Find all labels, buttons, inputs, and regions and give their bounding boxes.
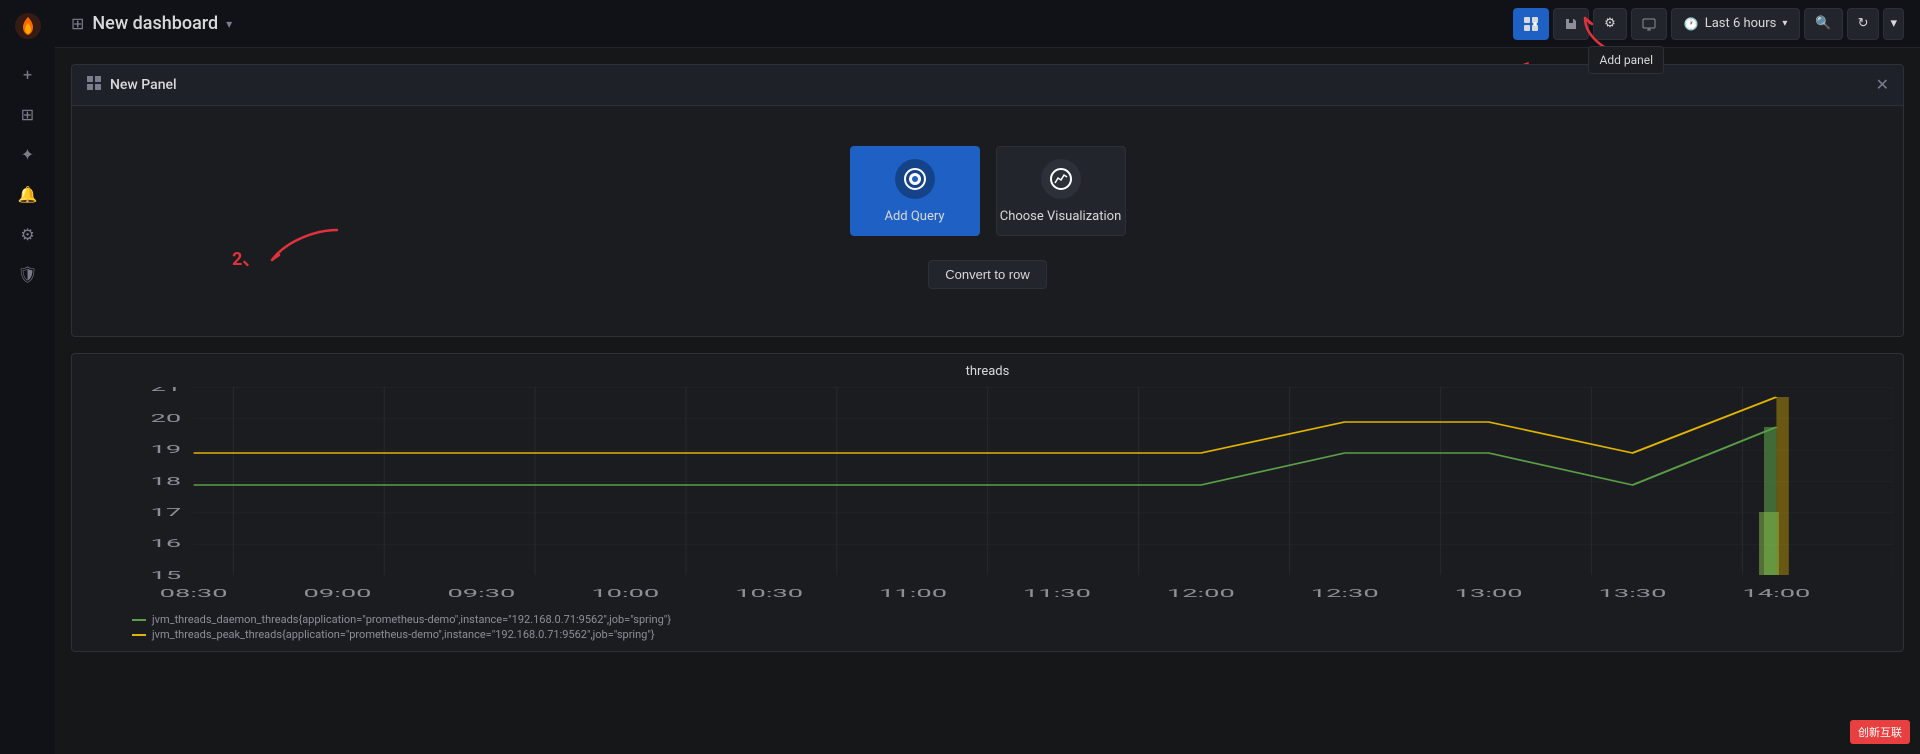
settings-nav-icon[interactable]: ⚙ — [10, 216, 46, 252]
svg-text:21: 21 — [151, 387, 182, 394]
svg-text:08:30: 08:30 — [160, 587, 228, 600]
explore-nav-icon[interactable]: ✦ — [10, 136, 46, 172]
time-range-dropdown-icon: ▾ — [1782, 18, 1787, 29]
save-dashboard-button[interactable] — [1553, 8, 1589, 40]
topbar-actions: ⚙ 🕐 Last 6 hours ▾ 🔍 ↻ ▾ — [1513, 8, 1904, 40]
dashboard-grid-icon: ⊞ — [71, 14, 84, 33]
svg-text:09:30: 09:30 — [447, 587, 515, 600]
chart-svg: 15 16 17 18 19 20 21 08:30 09:00 09:30 1… — [82, 387, 1893, 607]
panel-title: New Panel — [110, 77, 177, 93]
new-panel-container: New Panel ✕ Add Query — [71, 64, 1904, 337]
svg-text:10:30: 10:30 — [735, 587, 803, 600]
svg-text:20: 20 — [151, 412, 182, 425]
svg-text:10:00: 10:00 — [591, 587, 659, 600]
svg-text:15: 15 — [151, 569, 182, 582]
dashboard-settings-button[interactable]: ⚙ — [1593, 8, 1627, 40]
search-button[interactable]: 🔍 — [1804, 8, 1842, 40]
add-nav-icon[interactable]: + — [10, 56, 46, 92]
svg-text:13:30: 13:30 — [1599, 587, 1667, 600]
svg-text:19: 19 — [151, 443, 182, 456]
add-query-icon — [895, 159, 935, 199]
main-content: ⊞ New dashboard ▾ ⚙ — [55, 0, 1920, 754]
legend-item-daemon: jvm_threads_daemon_threads{application="… — [132, 613, 1893, 626]
refresh-interval-dropdown[interactable]: ▾ — [1883, 8, 1904, 40]
svg-text:11:30: 11:30 — [1023, 587, 1091, 600]
chart-title: threads — [82, 364, 1893, 379]
tv-mode-button[interactable] — [1631, 8, 1667, 40]
add-panel-tooltip: Add panel — [1588, 46, 1664, 74]
time-range-label: Last 6 hours — [1705, 16, 1777, 31]
chart-area: 15 16 17 18 19 20 21 08:30 09:00 09:30 1… — [82, 387, 1893, 607]
watermark: 创新互联 — [1850, 720, 1910, 744]
refresh-icon: ↻ — [1858, 16, 1869, 31]
shield-nav-icon[interactable]: 🛡 — [10, 256, 46, 292]
dashboard-title: New dashboard — [92, 13, 218, 34]
clock-icon: 🕐 — [1684, 17, 1699, 31]
svg-text:12:30: 12:30 — [1311, 587, 1379, 600]
panel-options: Add Query Choose Visualization — [850, 146, 1126, 236]
add-panel-button[interactable] — [1513, 8, 1549, 40]
add-query-button[interactable]: Add Query — [850, 146, 980, 236]
legend-label-daemon: jvm_threads_daemon_threads{application="… — [152, 613, 671, 626]
convert-to-row-button[interactable]: Convert to row — [928, 260, 1047, 289]
panel-body: Add Query Choose Visualization Conver — [72, 106, 1903, 336]
svg-text:16: 16 — [151, 537, 182, 550]
sidebar: + ⊞ ✦ 🔔 ⚙ 🛡 — [0, 0, 55, 754]
panel-close-button[interactable]: ✕ — [1876, 77, 1889, 93]
time-range-picker[interactable]: 🕐 Last 6 hours ▾ — [1671, 8, 1801, 40]
choose-viz-label: Choose Visualization — [1000, 209, 1122, 224]
svg-text:09:00: 09:00 — [304, 587, 372, 600]
add-query-label: Add Query — [884, 209, 944, 224]
legend-label-peak: jvm_threads_peak_threads{application="pr… — [152, 628, 655, 641]
chart-panel: threads 15 16 17 18 19 20 — [71, 353, 1904, 652]
topbar: ⊞ New dashboard ▾ ⚙ — [55, 0, 1920, 48]
svg-text:11:00: 11:00 — [879, 587, 947, 600]
choose-visualization-button[interactable]: Choose Visualization — [996, 146, 1126, 236]
dashboard-dropdown-icon[interactable]: ▾ — [226, 17, 232, 31]
choose-viz-icon — [1041, 159, 1081, 199]
logo[interactable] — [10, 8, 46, 44]
svg-text:12:00: 12:00 — [1167, 587, 1235, 600]
dashboard-title-area: ⊞ New dashboard ▾ — [71, 13, 232, 34]
svg-text:14:00: 14:00 — [1742, 587, 1810, 600]
svg-text:13:00: 13:00 — [1455, 587, 1523, 600]
arrow-2 — [257, 220, 357, 270]
dashboard-area: New Panel ✕ Add Query — [55, 48, 1920, 754]
legend-color-daemon — [132, 619, 146, 621]
panel-header-icon — [86, 75, 102, 95]
dashboards-nav-icon[interactable]: ⊞ — [10, 96, 46, 132]
chart-legend: jvm_threads_daemon_threads{application="… — [82, 613, 1893, 641]
svg-text:18: 18 — [151, 475, 182, 488]
svg-text:17: 17 — [151, 506, 182, 519]
alerting-nav-icon[interactable]: 🔔 — [10, 176, 46, 212]
legend-item-peak: jvm_threads_peak_threads{application="pr… — [132, 628, 1893, 641]
legend-color-peak — [132, 634, 146, 636]
refresh-button[interactable]: ↻ — [1847, 8, 1880, 40]
